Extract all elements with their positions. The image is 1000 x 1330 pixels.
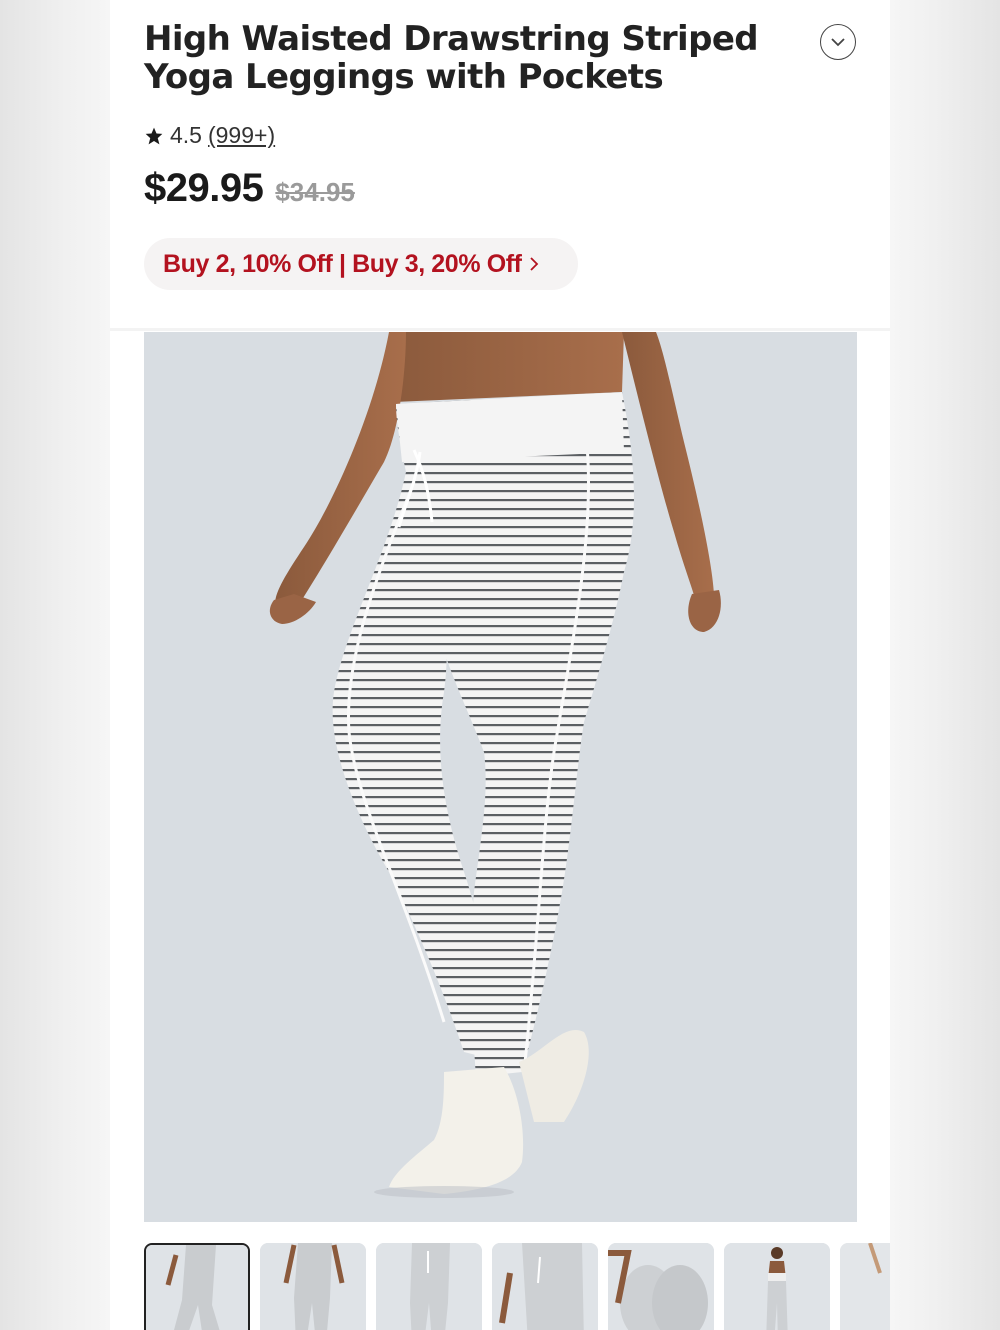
thumbnail-3[interactable]: [376, 1243, 482, 1330]
chevron-right-icon: [529, 257, 538, 271]
star-icon: [145, 127, 163, 144]
product-title: High Waisted Drawstring Striped Yoga Leg…: [144, 19, 759, 97]
leggings-model-image: [144, 332, 857, 1222]
promo-banner[interactable]: Buy 2, 10% Off | Buy 3, 20% Off: [144, 238, 578, 290]
thumbnail-1[interactable]: [144, 1243, 250, 1330]
original-price: $34.95: [275, 177, 355, 207]
thumbnail-4[interactable]: [492, 1243, 598, 1330]
promo-text: Buy 2, 10% Off | Buy 3, 20% Off: [163, 249, 522, 278]
background-left: [0, 0, 110, 1330]
product-main-image[interactable]: [144, 332, 857, 1222]
rating-row: 4.5 (999+): [144, 122, 275, 149]
thumbnail-7[interactable]: [840, 1243, 890, 1330]
collapse-button[interactable]: [820, 24, 856, 60]
thumbnail-gallery: [144, 1243, 890, 1330]
thumbnail-2[interactable]: [260, 1243, 366, 1330]
thumbnail-5[interactable]: [608, 1243, 714, 1330]
section-divider: [110, 328, 890, 331]
chevron-down-icon: [831, 38, 845, 47]
thumbnail-6[interactable]: [724, 1243, 830, 1330]
sale-price: $29.95: [144, 166, 264, 210]
price-row: $29.95 $34.95: [144, 166, 355, 211]
rating-value: 4.5: [170, 122, 202, 148]
review-count-link[interactable]: (999+): [208, 122, 275, 149]
background-right: [890, 0, 1000, 1330]
product-screen: High Waisted Drawstring Striped Yoga Leg…: [110, 0, 890, 1330]
title-row: High Waisted Drawstring Striped Yoga Leg…: [144, 20, 864, 96]
